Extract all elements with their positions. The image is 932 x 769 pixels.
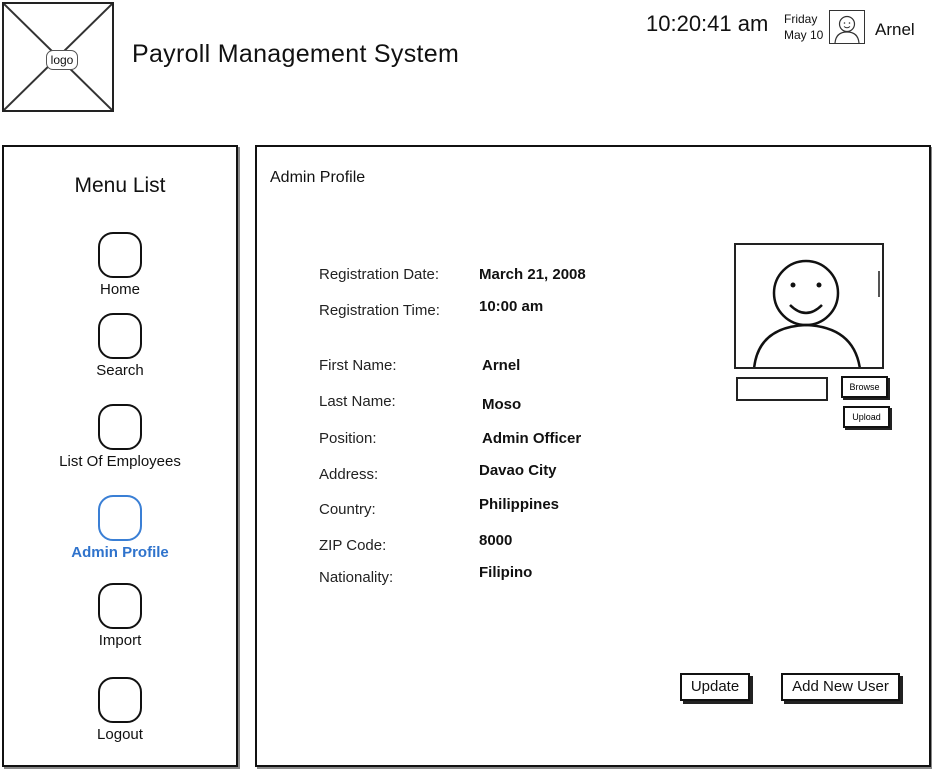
position-label: Position: (319, 430, 377, 447)
registration-date-label: Registration Date: (319, 266, 440, 283)
sidebar: Menu List Home Search List Of Employees … (2, 145, 238, 767)
clock-time: 10:20:41 am (646, 11, 769, 36)
last-name-value: Moso (482, 396, 522, 413)
menu-title: Menu List (74, 174, 166, 197)
user-avatar-icon[interactable] (829, 10, 865, 44)
clock-day-label: Friday (784, 12, 818, 26)
main-panel: Admin Profile Registration Date: March 2… (255, 145, 931, 767)
sidebar-item-label[interactable]: Import (4, 632, 236, 649)
search-icon[interactable] (98, 313, 142, 359)
registration-time-value: 10:00 am (479, 298, 544, 315)
sidebar-item-home[interactable]: Home (4, 232, 236, 298)
zip-code-label: ZIP Code: (319, 537, 387, 554)
sidebar-item-label[interactable]: Admin Profile (4, 544, 236, 561)
clock-date-label: May 10 (784, 28, 824, 42)
sidebar-item-label[interactable]: Home (4, 281, 236, 298)
first-name-value: Arnel (482, 357, 521, 374)
nationality-value: Filipino (479, 564, 533, 581)
nationality-label: Nationality: (319, 569, 394, 586)
admin-profile-icon[interactable] (98, 495, 142, 541)
logo-label: logo (46, 50, 78, 70)
sidebar-item-search[interactable]: Search (4, 313, 236, 379)
sidebar-item-label[interactable]: List Of Employees (4, 453, 236, 470)
position-value: Admin Officer (482, 430, 582, 447)
logo: logo (2, 2, 114, 112)
import-icon[interactable] (98, 583, 142, 629)
address-label: Address: (319, 466, 379, 483)
profile-photo (734, 243, 884, 369)
sidebar-item-logout[interactable]: Logout (4, 677, 236, 743)
clock-date: Friday May 10 (784, 11, 823, 43)
address-value: Davao City (479, 462, 557, 479)
add-new-user-button[interactable]: Add New User (781, 673, 900, 701)
update-button[interactable]: Update (680, 673, 750, 701)
sidebar-item-import[interactable]: Import (4, 583, 236, 649)
country-value: Philippines (479, 496, 560, 513)
first-name-label: First Name: (319, 357, 397, 374)
user-name[interactable]: Arnel (875, 20, 915, 40)
panel-title: Admin Profile (270, 169, 366, 186)
upload-button[interactable]: Upload (843, 406, 890, 428)
browse-button[interactable]: Browse (841, 376, 888, 398)
profile-photo-placeholder-icon (753, 259, 880, 367)
photo-file-input[interactable] (736, 377, 828, 401)
zip-code-value: 8000 (479, 532, 513, 549)
sidebar-item-list-of-employees[interactable]: List Of Employees (4, 404, 236, 470)
home-icon[interactable] (98, 232, 142, 278)
employees-icon[interactable] (98, 404, 142, 450)
registration-date-value: March 21, 2008 (479, 266, 586, 283)
logout-icon[interactable] (98, 677, 142, 723)
registration-time-label: Registration Time: (319, 302, 440, 319)
sidebar-item-admin-profile[interactable]: Admin Profile (4, 495, 236, 561)
sidebar-item-label[interactable]: Logout (4, 726, 236, 743)
app-title: Payroll Management System (132, 40, 460, 68)
sidebar-item-label[interactable]: Search (4, 362, 236, 379)
last-name-label: Last Name: (319, 393, 396, 410)
country-label: Country: (319, 501, 376, 518)
